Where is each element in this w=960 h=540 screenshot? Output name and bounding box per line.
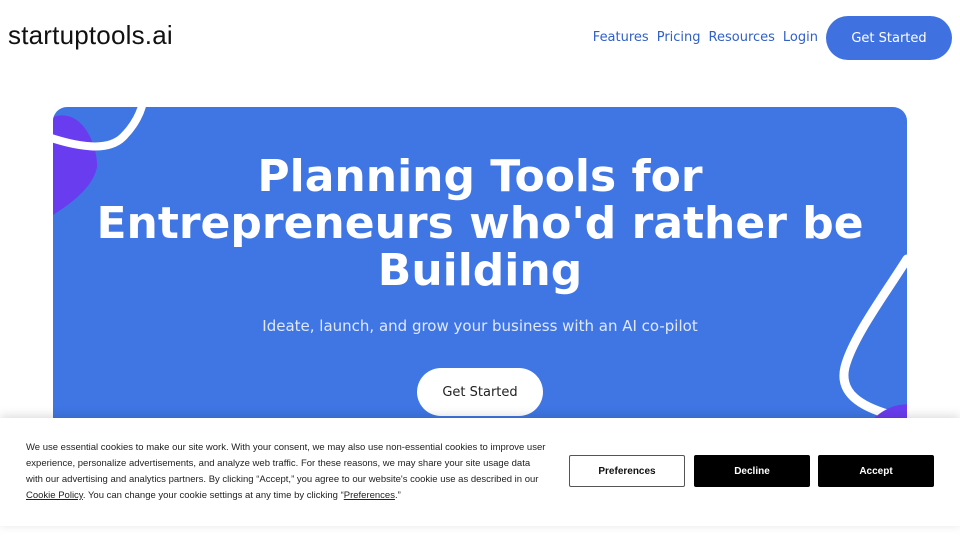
- cookie-policy-link[interactable]: Cookie Policy: [26, 490, 83, 501]
- hero-subtitle: Ideate, launch, and grow your business w…: [262, 317, 698, 335]
- nav-features[interactable]: Features: [593, 30, 649, 45]
- cookie-preferences-link[interactable]: Preferences: [344, 490, 395, 501]
- site-logo[interactable]: startuptools.ai: [8, 20, 173, 51]
- cookie-message: We use essential cookies to make our sit…: [26, 440, 546, 504]
- header-get-started-button[interactable]: Get Started: [826, 16, 952, 60]
- cookie-decline-button[interactable]: Decline: [694, 455, 810, 487]
- cookie-banner: We use essential cookies to make our sit…: [0, 418, 960, 526]
- site-header: startuptools.ai Features Pricing Resourc…: [0, 0, 960, 78]
- main-nav: Features Pricing Resources Login: [593, 30, 818, 45]
- cookie-preferences-button[interactable]: Preferences: [569, 455, 685, 487]
- cookie-accept-button[interactable]: Accept: [818, 455, 934, 487]
- hero-get-started-button[interactable]: Get Started: [417, 368, 543, 416]
- hero-title-line-1: Planning Tools for: [257, 151, 703, 202]
- nav-resources[interactable]: Resources: [709, 30, 775, 45]
- hero-title-line-3: Building: [377, 245, 583, 296]
- hero-title: Planning Tools for Entrepreneurs who'd r…: [53, 153, 907, 294]
- cookie-text-part-1: We use essential cookies to make our sit…: [26, 442, 546, 485]
- nav-pricing[interactable]: Pricing: [657, 30, 701, 45]
- cookie-text-part-2: . You can change your cookie settings at…: [82, 490, 344, 501]
- hero-title-line-2: Entrepreneurs who'd rather be: [96, 198, 864, 249]
- nav-login[interactable]: Login: [783, 30, 818, 45]
- cookie-text-part-3: .”: [394, 490, 401, 501]
- hero-section: Planning Tools for Entrepreneurs who'd r…: [53, 107, 907, 467]
